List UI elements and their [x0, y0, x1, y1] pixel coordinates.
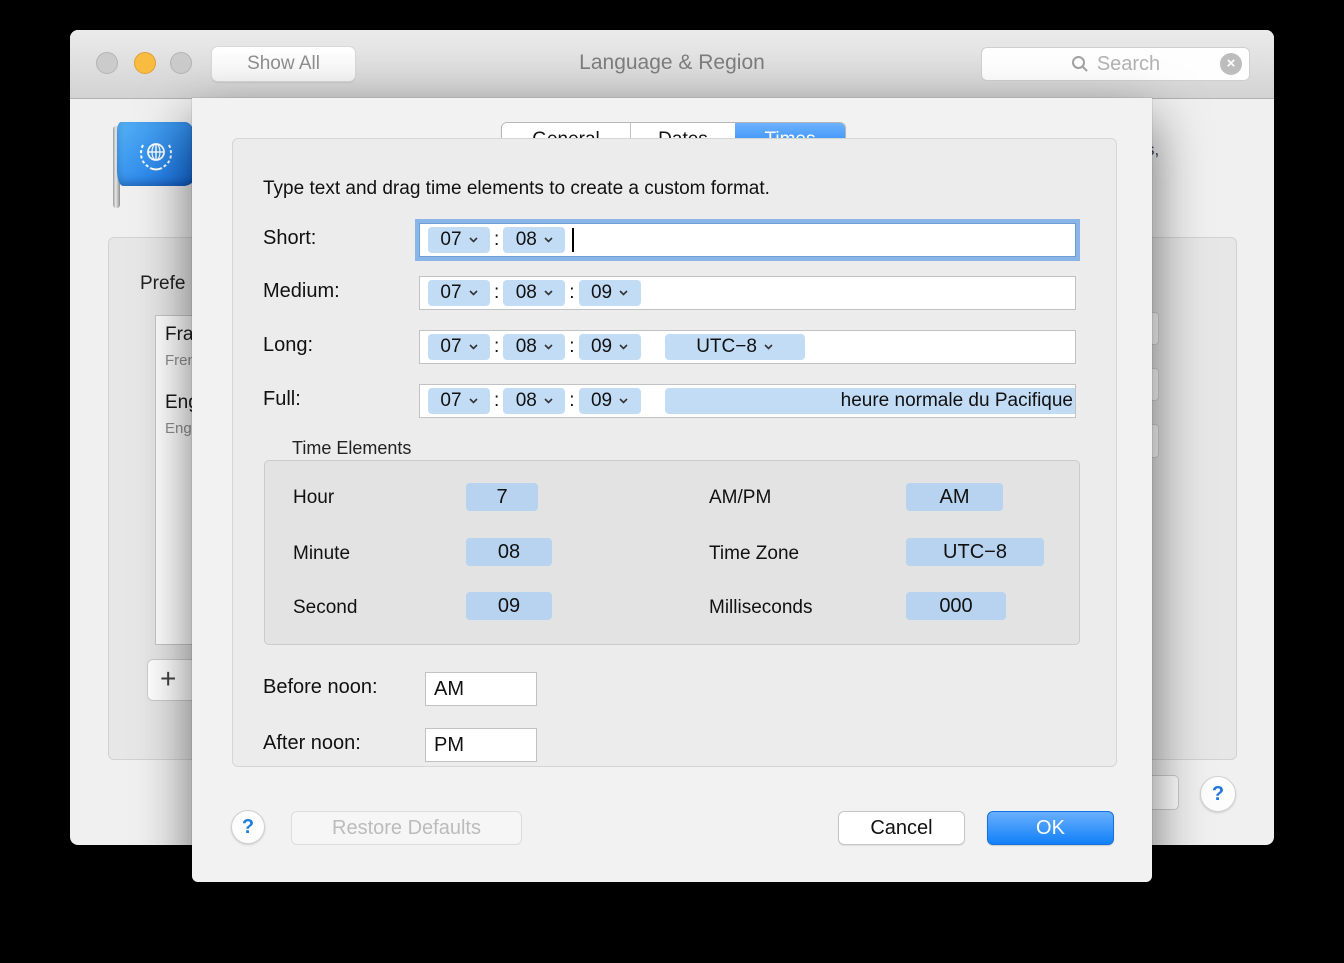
clear-search-icon[interactable]: ×: [1220, 53, 1242, 75]
cancel-button[interactable]: Cancel: [838, 811, 965, 845]
hour-element[interactable]: 7: [466, 483, 538, 511]
hour-token[interactable]: 07: [428, 227, 490, 253]
list-item[interactable]: Fra: [165, 324, 194, 346]
full-format-label: Full:: [263, 388, 301, 411]
short-format-field[interactable]: 07 : 08: [419, 223, 1076, 257]
short-format-label: Short:: [263, 227, 316, 250]
custom-times-sheet: General Dates Times Type text and drag t…: [192, 98, 1152, 882]
minute-token[interactable]: 08: [503, 334, 565, 360]
separator-text: :: [494, 390, 499, 412]
search-placeholder: Search: [1097, 53, 1160, 76]
second-element[interactable]: 09: [466, 592, 552, 620]
window-help-button[interactable]: ?: [1200, 776, 1236, 812]
separator-text: :: [494, 336, 499, 358]
hour-token[interactable]: 07: [428, 280, 490, 306]
ok-button[interactable]: OK: [987, 811, 1114, 845]
time-elements-box: Hour 7 Minute 08 Second 09 AM/PM AM Time…: [264, 460, 1080, 645]
after-noon-label: After noon:: [263, 732, 361, 755]
timezone-element[interactable]: UTC−8: [906, 538, 1044, 566]
timezone-name-token[interactable]: heure normale du Pacifique: [665, 388, 1075, 414]
chevron-down-icon: [544, 398, 553, 404]
title-bar: Show All Language & Region Search ×: [70, 30, 1274, 99]
separator-text: :: [569, 336, 574, 358]
timezone-token[interactable]: UTC−8: [665, 334, 805, 360]
before-noon-field[interactable]: [425, 672, 537, 706]
list-item-subtitle: Eng: [165, 420, 192, 437]
minute-label: Minute: [293, 543, 350, 565]
minute-token[interactable]: 08: [503, 227, 565, 253]
medium-format-field[interactable]: 07 : 08 : 09: [419, 276, 1076, 310]
preferred-languages-label: Prefe: [140, 273, 185, 295]
hidden-button-fragment: [1152, 368, 1159, 401]
minute-token[interactable]: 08: [503, 388, 565, 414]
separator-text: :: [494, 229, 499, 251]
full-format-field[interactable]: 07 : 08 : 09 heure normale du Pacifique: [419, 384, 1076, 418]
ampm-element[interactable]: AM: [906, 483, 1003, 511]
milliseconds-element[interactable]: 000: [906, 592, 1006, 620]
timezone-label: Time Zone: [709, 543, 799, 565]
minute-token[interactable]: 08: [503, 280, 565, 306]
second-token[interactable]: 09: [579, 334, 641, 360]
restore-defaults-button[interactable]: Restore Defaults: [291, 811, 522, 845]
text-cursor: [572, 228, 574, 252]
chevron-down-icon: [619, 344, 628, 350]
hidden-button-fragment: [1152, 312, 1159, 345]
long-format-label: Long:: [263, 334, 313, 357]
chevron-down-icon: [544, 344, 553, 350]
separator-text: :: [569, 282, 574, 304]
chevron-down-icon: [544, 290, 553, 296]
hour-label: Hour: [293, 487, 334, 509]
chevron-down-icon: [544, 237, 553, 243]
after-noon-field[interactable]: [425, 728, 537, 762]
hidden-button-fragment: [1152, 424, 1159, 458]
sheet-help-button[interactable]: ?: [231, 810, 265, 844]
hour-token[interactable]: 07: [428, 334, 490, 360]
medium-format-label: Medium:: [263, 280, 340, 303]
search-input[interactable]: Search ×: [981, 47, 1250, 81]
un-flag-icon: [117, 122, 195, 186]
time-elements-title: Time Elements: [292, 438, 411, 459]
instruction-text: Type text and drag time elements to crea…: [263, 178, 770, 200]
search-icon: [1071, 55, 1089, 73]
separator-text: :: [569, 390, 574, 412]
chevron-down-icon: [469, 398, 478, 404]
chevron-down-icon: [619, 290, 628, 296]
second-token[interactable]: 09: [579, 388, 641, 414]
second-label: Second: [293, 597, 357, 619]
separator-text: :: [494, 282, 499, 304]
hour-token[interactable]: 07: [428, 388, 490, 414]
chevron-down-icon: [469, 290, 478, 296]
chevron-down-icon: [619, 398, 628, 404]
second-token[interactable]: 09: [579, 280, 641, 306]
long-format-field[interactable]: 07 : 08 : 09 UTC−8: [419, 330, 1076, 364]
hidden-button-fragment: [1152, 775, 1179, 810]
before-noon-label: Before noon:: [263, 676, 378, 699]
ampm-label: AM/PM: [709, 487, 771, 509]
minute-element[interactable]: 08: [466, 538, 552, 566]
chevron-down-icon: [469, 344, 478, 350]
chevron-down-icon: [764, 344, 773, 350]
chevron-down-icon: [469, 237, 478, 243]
milliseconds-label: Milliseconds: [709, 597, 812, 619]
